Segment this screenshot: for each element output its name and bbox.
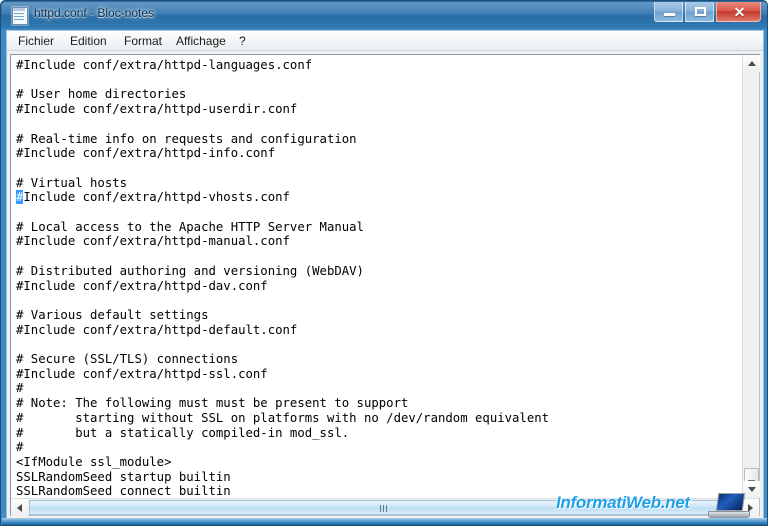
maximize-button[interactable] (685, 2, 714, 22)
menu-item-help[interactable]: ? (234, 33, 251, 49)
title-bar[interactable]: httpd.conf - Bloc-notes ✕ (1, 1, 767, 31)
menu-item-fichier[interactable]: Fichier (13, 33, 59, 49)
menu-item-edition[interactable]: Edition (65, 33, 112, 49)
text-editor[interactable]: #Include conf/extra/httpd-languages.conf… (11, 55, 742, 498)
scrollbar-grip-icon (380, 505, 388, 512)
minimize-icon (655, 2, 682, 21)
notepad-icon (11, 7, 28, 25)
editor-content: #Include conf/extra/httpd-languages.conf… (16, 58, 549, 498)
menu-item-format[interactable]: Format (119, 33, 167, 49)
chevron-down-icon (743, 481, 760, 498)
editor-text-after: Include conf/extra/httpd-vhosts.conf # L… (16, 190, 550, 498)
close-icon: ✕ (733, 4, 746, 20)
horizontal-scrollbar-thumb[interactable] (29, 500, 739, 515)
client-area: Fichier Edition Format Affichage ? #Incl… (6, 30, 764, 519)
scroll-left-button[interactable] (11, 499, 28, 516)
chevron-up-icon (743, 55, 760, 72)
editor-text-before: #Include conf/extra/httpd-languages.conf… (16, 58, 357, 190)
scroll-down-button[interactable] (743, 481, 760, 498)
vertical-scrollbar[interactable] (742, 55, 760, 498)
close-button[interactable]: ✕ (716, 2, 761, 22)
scroll-up-button[interactable] (743, 55, 760, 72)
scroll-right-button[interactable] (742, 499, 759, 516)
notepad-window: httpd.conf - Bloc-notes ✕ Fichier Editio… (0, 0, 768, 526)
menu-item-affichage[interactable]: Affichage (171, 33, 231, 49)
horizontal-scrollbar[interactable] (11, 498, 759, 516)
window-bottom-frame (2, 518, 767, 525)
text-editor-frame: #Include conf/extra/httpd-languages.conf… (10, 54, 760, 516)
minimize-button[interactable] (654, 2, 683, 22)
maximize-icon (686, 2, 713, 21)
window-title: httpd.conf - Bloc-notes (34, 6, 155, 20)
menu-bar: Fichier Edition Format Affichage ? (7, 31, 763, 51)
